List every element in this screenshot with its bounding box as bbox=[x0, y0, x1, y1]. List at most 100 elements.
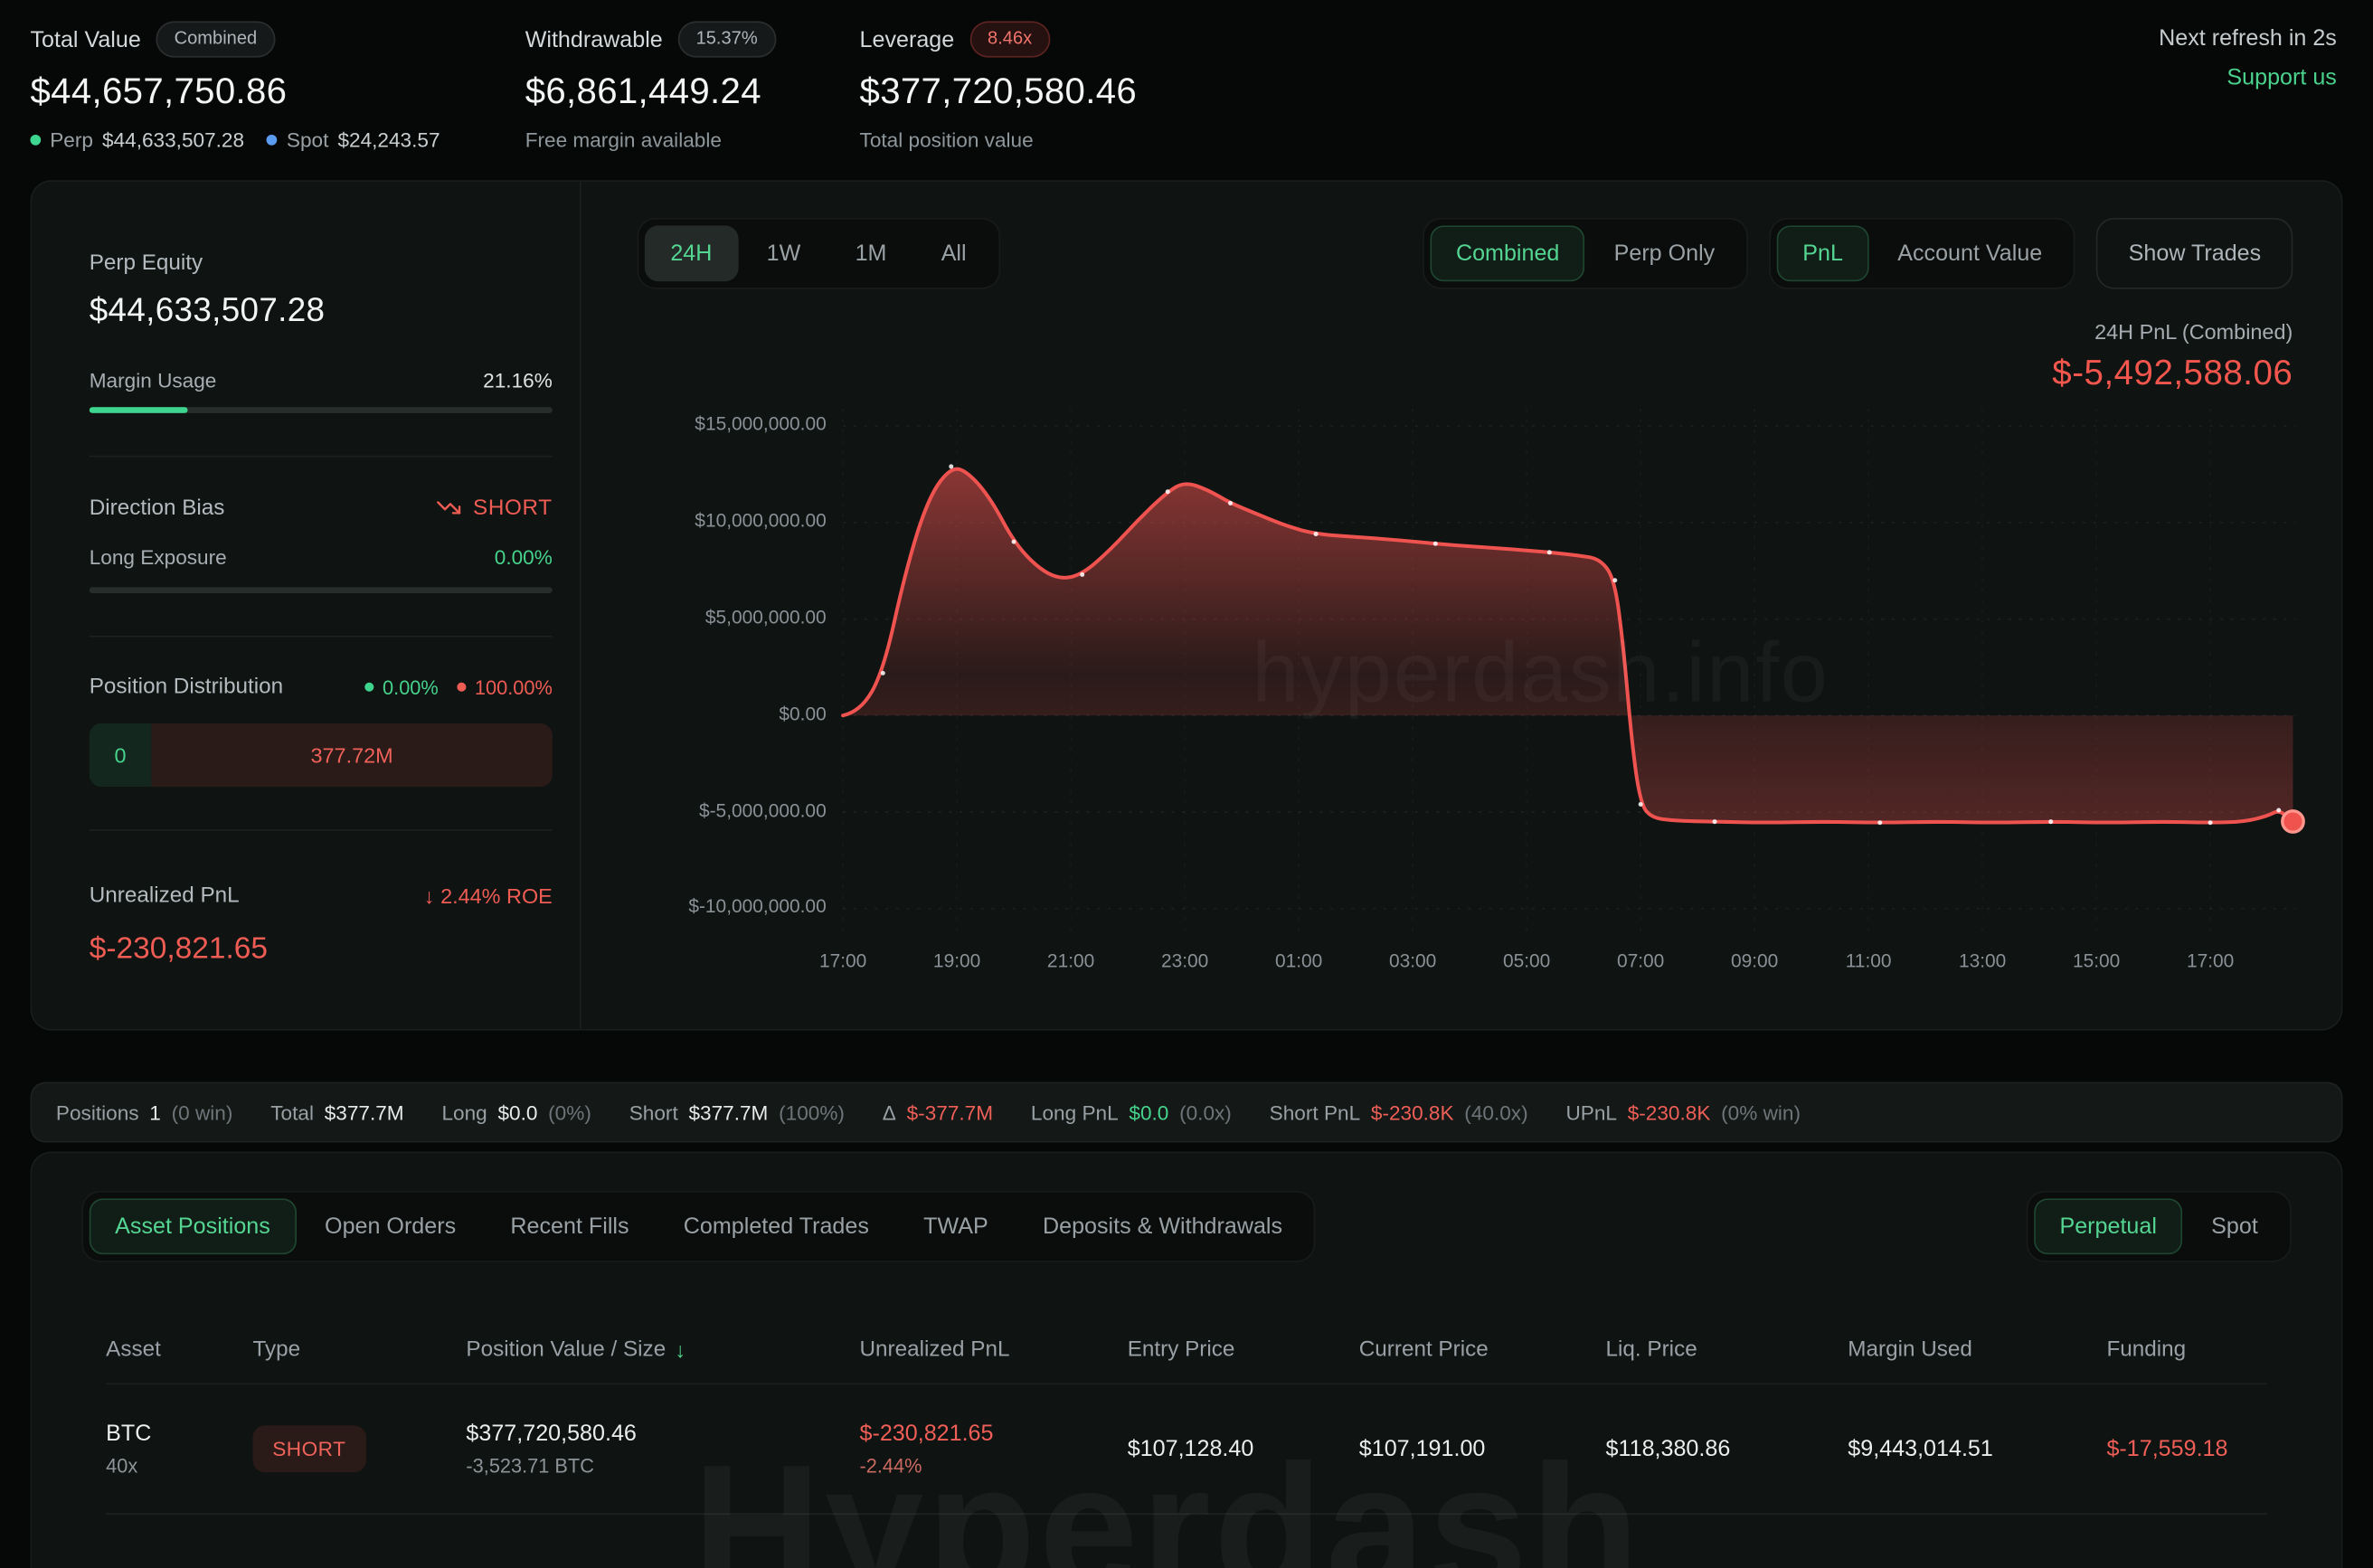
summary-value: $377.7M bbox=[325, 1100, 404, 1123]
perp-equity-value: $44,633,507.28 bbox=[90, 290, 553, 330]
col-current-price[interactable]: Current Price bbox=[1359, 1337, 1606, 1362]
show-trades-button[interactable]: Show Trades bbox=[2097, 218, 2293, 289]
x-axis-labels: 17:0019:0021:0023:0001:0003:0005:0007:00… bbox=[843, 950, 2296, 987]
tab-asset-positions[interactable]: Asset Positions bbox=[90, 1198, 297, 1254]
col-entry-price[interactable]: Entry Price bbox=[1128, 1337, 1359, 1362]
short-badge: SHORT bbox=[252, 1425, 365, 1472]
mode-toggle: Combined Perp Only bbox=[1423, 218, 1748, 289]
long-legend-dot-icon bbox=[364, 683, 373, 692]
market-toggle: Perpetual Spot bbox=[2027, 1191, 2292, 1262]
withdrawable-subtext: Free margin available bbox=[525, 128, 860, 151]
perp-value: $44,633,507.28 bbox=[102, 128, 244, 151]
leverage-subtext: Total position value bbox=[860, 128, 1138, 151]
col-funding[interactable]: Funding bbox=[2106, 1337, 2266, 1362]
x-axis-tick-label: 09:00 bbox=[1731, 950, 1778, 971]
tab-open-orders[interactable]: Open Orders bbox=[299, 1198, 482, 1254]
tab-completed-trades[interactable]: Completed Trades bbox=[657, 1198, 894, 1254]
table-header-row: Asset Type Position Value / Size ↓ Unrea… bbox=[106, 1337, 2267, 1384]
col-asset[interactable]: Asset bbox=[106, 1337, 252, 1362]
leverage-badge: 8.46x bbox=[969, 22, 1050, 57]
trend-down-icon bbox=[435, 495, 460, 520]
withdrawable-label: Withdrawable bbox=[525, 26, 663, 52]
liq-price: $118,380.86 bbox=[1606, 1436, 1848, 1461]
asset-leverage: 40x bbox=[106, 1454, 252, 1477]
toggle-account-value[interactable]: Account Value bbox=[1872, 225, 2068, 281]
positions-table: Asset Type Position Value / Size ↓ Unrea… bbox=[81, 1337, 2291, 1515]
tab-all[interactable]: All bbox=[915, 225, 992, 281]
x-axis-tick-label: 11:00 bbox=[1846, 950, 1892, 971]
col-position-value[interactable]: Position Value / Size ↓ bbox=[466, 1337, 859, 1362]
summary-extra: (0% win) bbox=[1721, 1100, 1801, 1123]
withdrawable-pct-badge: 15.37% bbox=[678, 22, 776, 57]
total-value-amount: $44,657,750.86 bbox=[30, 71, 525, 114]
distribution-short-segment: 377.72M bbox=[151, 723, 552, 787]
x-axis-tick-label: 17:00 bbox=[819, 950, 866, 971]
unrealized-pnl-label: Unrealized PnL bbox=[90, 883, 240, 908]
y-axis-labels: $15,000,000.00$10,000,000.00$5,000,000.0… bbox=[638, 409, 827, 934]
summary-extra: (100%) bbox=[779, 1100, 845, 1123]
margin-used: $9,443,014.51 bbox=[1848, 1436, 2106, 1461]
table-row[interactable]: BTC 40x SHORT $377,720,580.46 -3,523.71 … bbox=[106, 1384, 2267, 1515]
chart-section: 24H 1W 1M All Combined Perp Only PnL Acc… bbox=[581, 182, 2341, 1029]
toggle-combined[interactable]: Combined bbox=[1431, 225, 1585, 281]
positions-tabs: Asset Positions Open Orders Recent Fills… bbox=[81, 1191, 1316, 1262]
pnl-readout-value: $-5,492,588.06 bbox=[638, 353, 2293, 393]
pnl-chart-area: $15,000,000.00$10,000,000.00$5,000,000.0… bbox=[638, 409, 2293, 999]
tab-1w[interactable]: 1W bbox=[741, 225, 827, 281]
unrealized-pnl-cell: $-230,821.65 -2.44% bbox=[860, 1421, 1128, 1477]
long-exposure-value: 0.00% bbox=[495, 546, 553, 569]
metric-toggle: PnL Account Value bbox=[1769, 218, 2075, 289]
summary-value: $0.0 bbox=[1129, 1100, 1168, 1123]
pnl-chart[interactable] bbox=[843, 409, 2296, 934]
toggle-perpetual[interactable]: Perpetual bbox=[2034, 1198, 2182, 1254]
dashboard: Total Value Combined $44,657,750.86 Perp… bbox=[0, 0, 2373, 1568]
summary-value: $-230.8K bbox=[1371, 1100, 1454, 1123]
tab-twap[interactable]: TWAP bbox=[898, 1198, 1014, 1254]
unrealized-pnl: $-230,821.65 bbox=[860, 1421, 1128, 1446]
summary-item-short-pnl: Short PnL $-230.8K (40.0x) bbox=[1270, 1100, 1528, 1123]
spot-label: Spot bbox=[287, 128, 328, 151]
tab-24h[interactable]: 24H bbox=[645, 225, 738, 281]
summary-label: Total bbox=[270, 1100, 314, 1123]
toggle-spot[interactable]: Spot bbox=[2186, 1198, 2284, 1254]
direction-bias-label: Direction Bias bbox=[90, 496, 225, 520]
position-size: -3,523.71 BTC bbox=[466, 1454, 859, 1477]
tab-1m[interactable]: 1M bbox=[829, 225, 912, 281]
col-liq-price[interactable]: Liq. Price bbox=[1606, 1337, 1848, 1362]
summary-label: Short bbox=[629, 1100, 678, 1123]
col-unrealized-pnl[interactable]: Unrealized PnL bbox=[860, 1337, 1128, 1362]
col-margin-used[interactable]: Margin Used bbox=[1848, 1337, 2106, 1362]
tab-recent-fills[interactable]: Recent Fills bbox=[485, 1198, 655, 1254]
toggle-perp-only[interactable]: Perp Only bbox=[1588, 225, 1741, 281]
tab-deposits-withdrawals[interactable]: Deposits & Withdrawals bbox=[1017, 1198, 1309, 1254]
total-value-stat: Total Value Combined $44,657,750.86 Perp… bbox=[30, 21, 525, 151]
summary-extra: (0.0x) bbox=[1179, 1100, 1232, 1123]
refresh-countdown: Next refresh in 2s bbox=[2159, 25, 2337, 51]
col-type[interactable]: Type bbox=[252, 1337, 466, 1362]
dist-short-pct: 100.00% bbox=[475, 675, 553, 698]
current-price: $107,191.00 bbox=[1359, 1436, 1606, 1461]
arrow-down-icon: ↓ bbox=[424, 883, 435, 908]
support-us-link[interactable]: Support us bbox=[2226, 65, 2336, 90]
withdrawable-stat: Withdrawable 15.37% $6,861,449.24 Free m… bbox=[525, 21, 860, 151]
y-axis-tick-label: $-5,000,000.00 bbox=[699, 800, 827, 821]
x-axis-tick-label: 13:00 bbox=[1959, 950, 2006, 971]
margin-usage-value: 21.16% bbox=[483, 369, 553, 392]
summary-item-positions: Positions 1 (0 win) bbox=[56, 1100, 232, 1123]
summary-item-total: Total $377.7M bbox=[270, 1100, 403, 1123]
overview-sidebar: Perp Equity $44,633,507.28 Margin Usage … bbox=[32, 182, 581, 1029]
combined-badge: Combined bbox=[156, 22, 276, 57]
x-axis-tick-label: 15:00 bbox=[2073, 950, 2120, 971]
summary-extra: (0 win) bbox=[172, 1100, 233, 1123]
asset-cell: BTC 40x bbox=[106, 1421, 252, 1477]
unrealized-pnl-pct: -2.44% bbox=[860, 1454, 1128, 1477]
toggle-pnl[interactable]: PnL bbox=[1777, 225, 1869, 281]
dist-long-pct: 0.00% bbox=[383, 675, 439, 698]
summary-value: $-230.8K bbox=[1628, 1100, 1711, 1123]
plot-region: hyperdash.info bbox=[843, 409, 2296, 934]
chart-controls: 24H 1W 1M All Combined Perp Only PnL Acc… bbox=[638, 218, 2293, 289]
margin-usage-label: Margin Usage bbox=[90, 369, 217, 392]
top-stats-bar: Total Value Combined $44,657,750.86 Perp… bbox=[0, 0, 2373, 151]
direction-bias-value: SHORT bbox=[473, 496, 553, 520]
position-value: $377,720,580.46 bbox=[466, 1421, 859, 1446]
